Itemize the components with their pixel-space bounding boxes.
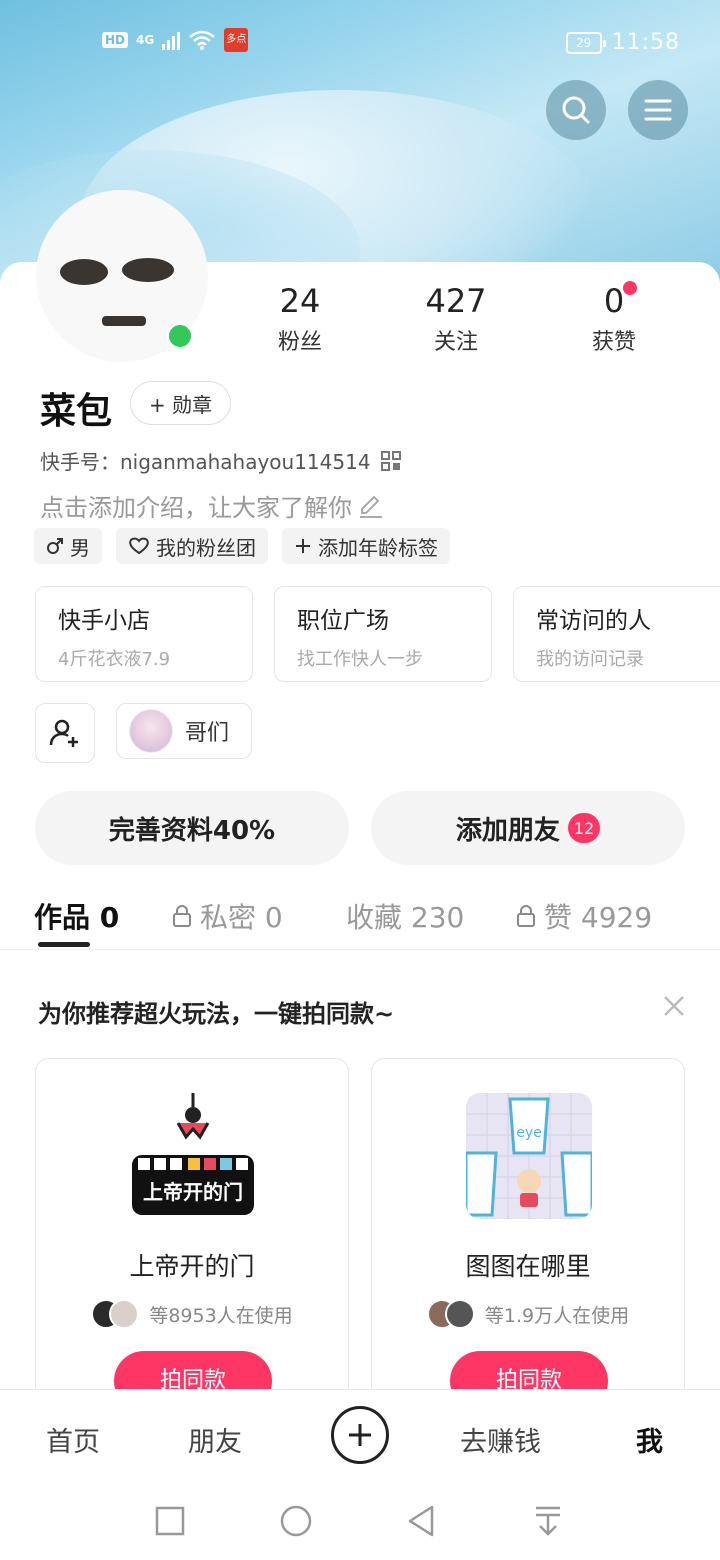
service-visitors[interactable]: 常访问的人 我的访问记录 <box>513 586 720 682</box>
effect-usage: 等8953人在使用 <box>36 1299 348 1329</box>
wifi-icon <box>189 30 216 50</box>
service-jobs[interactable]: 职位广场 找工作快人一步 <box>274 586 492 682</box>
likes-red-dot <box>623 281 637 295</box>
nav-home[interactable]: 首页 <box>46 1420 100 1459</box>
search-icon <box>562 96 590 124</box>
stat-likes[interactable]: 0 获赞 <box>554 282 674 356</box>
nav-earn[interactable]: 去赚钱 <box>460 1420 541 1459</box>
user-avatars <box>426 1299 477 1329</box>
signal-icon <box>162 30 181 50</box>
recent-apps-button[interactable] <box>150 1501 190 1541</box>
service-shop[interactable]: 快手小店 4斤花衣液7.9 <box>35 586 253 682</box>
network-label: 4G <box>136 33 155 47</box>
menu-button[interactable] <box>628 80 688 140</box>
tab-works[interactable]: 作品 0 <box>34 896 119 936</box>
tab-favorites[interactable]: 收藏 230 <box>346 896 464 936</box>
stat-following[interactable]: 427 关注 <box>396 282 516 356</box>
lock-icon <box>173 905 191 927</box>
stat-fans[interactable]: 24 粉丝 <box>240 282 360 356</box>
lock-icon <box>517 905 535 927</box>
notification-pull-button[interactable] <box>528 1501 568 1541</box>
friend-request-badge: 12 <box>567 813 601 843</box>
effect-icon-cups: eye <box>466 1093 592 1219</box>
plus-icon <box>296 539 310 553</box>
back-triangle-icon <box>408 1505 434 1537</box>
recommend-card-1[interactable]: 上帝开的门 上帝开的门 等8953人在使用 拍同款 <box>35 1058 349 1418</box>
tab-liked[interactable]: 赞 4929 <box>516 896 652 936</box>
tab-private[interactable]: 私密 0 <box>172 896 283 936</box>
effect-usage: 等1.9万人在使用 <box>372 1299 684 1329</box>
complete-profile-button[interactable]: 完善资料40% <box>35 791 349 865</box>
square-icon <box>155 1506 185 1536</box>
group-label: 哥们 <box>185 721 230 746</box>
clock: 11:58 <box>611 30 680 55</box>
intro-text: 点击添加介绍，让大家了解你 <box>40 494 352 522</box>
add-user-icon <box>49 719 78 747</box>
effect-icon-text: eye <box>516 1125 542 1141</box>
online-status-dot <box>166 322 194 350</box>
qrcode-icon[interactable] <box>380 450 401 471</box>
nav-friends[interactable]: 朋友 <box>188 1420 242 1459</box>
content-tabs: 作品 0 私密 0 收藏 230 赞 4929 <box>0 890 720 950</box>
group-chip[interactable]: 哥们 <box>116 703 252 759</box>
fan-group-tag[interactable]: 我的粉丝团 <box>116 528 268 564</box>
hd-icon: HD <box>102 32 129 48</box>
battery-icon: 29 <box>565 31 606 54</box>
kuaishou-id-text: 快手号：niganmahahayou114514 <box>40 450 371 474</box>
create-button[interactable] <box>331 1406 389 1464</box>
search-button[interactable] <box>546 80 606 140</box>
effect-icon-claw: 上帝开的门 <box>130 1093 256 1219</box>
user-avatars <box>91 1299 141 1329</box>
recommend-title: 为你推荐超火玩法，一键拍同款~ <box>38 1000 395 1028</box>
gender-tag[interactable]: 男 <box>34 528 102 564</box>
pull-down-icon <box>536 1506 560 1536</box>
status-bar: HD 4G 多点 29 11:58 <box>0 0 720 84</box>
heart-icon <box>129 537 149 555</box>
plus-icon <box>349 1424 371 1446</box>
recommend-card-2[interactable]: eye 图图在哪里 等1.9万人在使用 拍同款 <box>371 1058 685 1418</box>
add-badge-button[interactable]: + 勋章 <box>130 381 232 425</box>
kuaishou-id: 快手号：niganmahahayou114514 <box>40 446 401 475</box>
circle-icon <box>280 1505 312 1537</box>
group-avatar <box>129 709 173 753</box>
effect-icon-text: 上帝开的门 <box>143 1180 243 1204</box>
app-notification-icon: 多点 <box>224 28 249 52</box>
nav-me[interactable]: 我 <box>636 1420 663 1459</box>
home-button[interactable] <box>276 1501 316 1541</box>
edit-icon <box>360 495 382 518</box>
close-icon[interactable] <box>660 992 688 1020</box>
back-button[interactable] <box>402 1501 442 1541</box>
menu-icon <box>644 99 672 121</box>
effect-title: 图图在哪里 <box>465 1252 591 1281</box>
intro-placeholder[interactable]: 点击添加介绍，让大家了解你 <box>40 488 384 523</box>
system-nav-bar <box>0 1483 720 1560</box>
add-friend-button[interactable]: 添加朋友 12 <box>371 791 685 865</box>
add-age-tag[interactable]: 添加年龄标签 <box>282 528 450 564</box>
profile-name: 菜包 <box>40 391 113 432</box>
bottom-nav: 首页 朋友 去赚钱 我 <box>0 1389 720 1483</box>
effect-title: 上帝开的门 <box>129 1252 255 1281</box>
male-icon <box>47 538 63 554</box>
add-friend-icon-button[interactable] <box>35 703 95 763</box>
active-tab-indicator <box>38 942 90 947</box>
profile-tags: 男 我的粉丝团 添加年龄标签 <box>34 528 450 564</box>
